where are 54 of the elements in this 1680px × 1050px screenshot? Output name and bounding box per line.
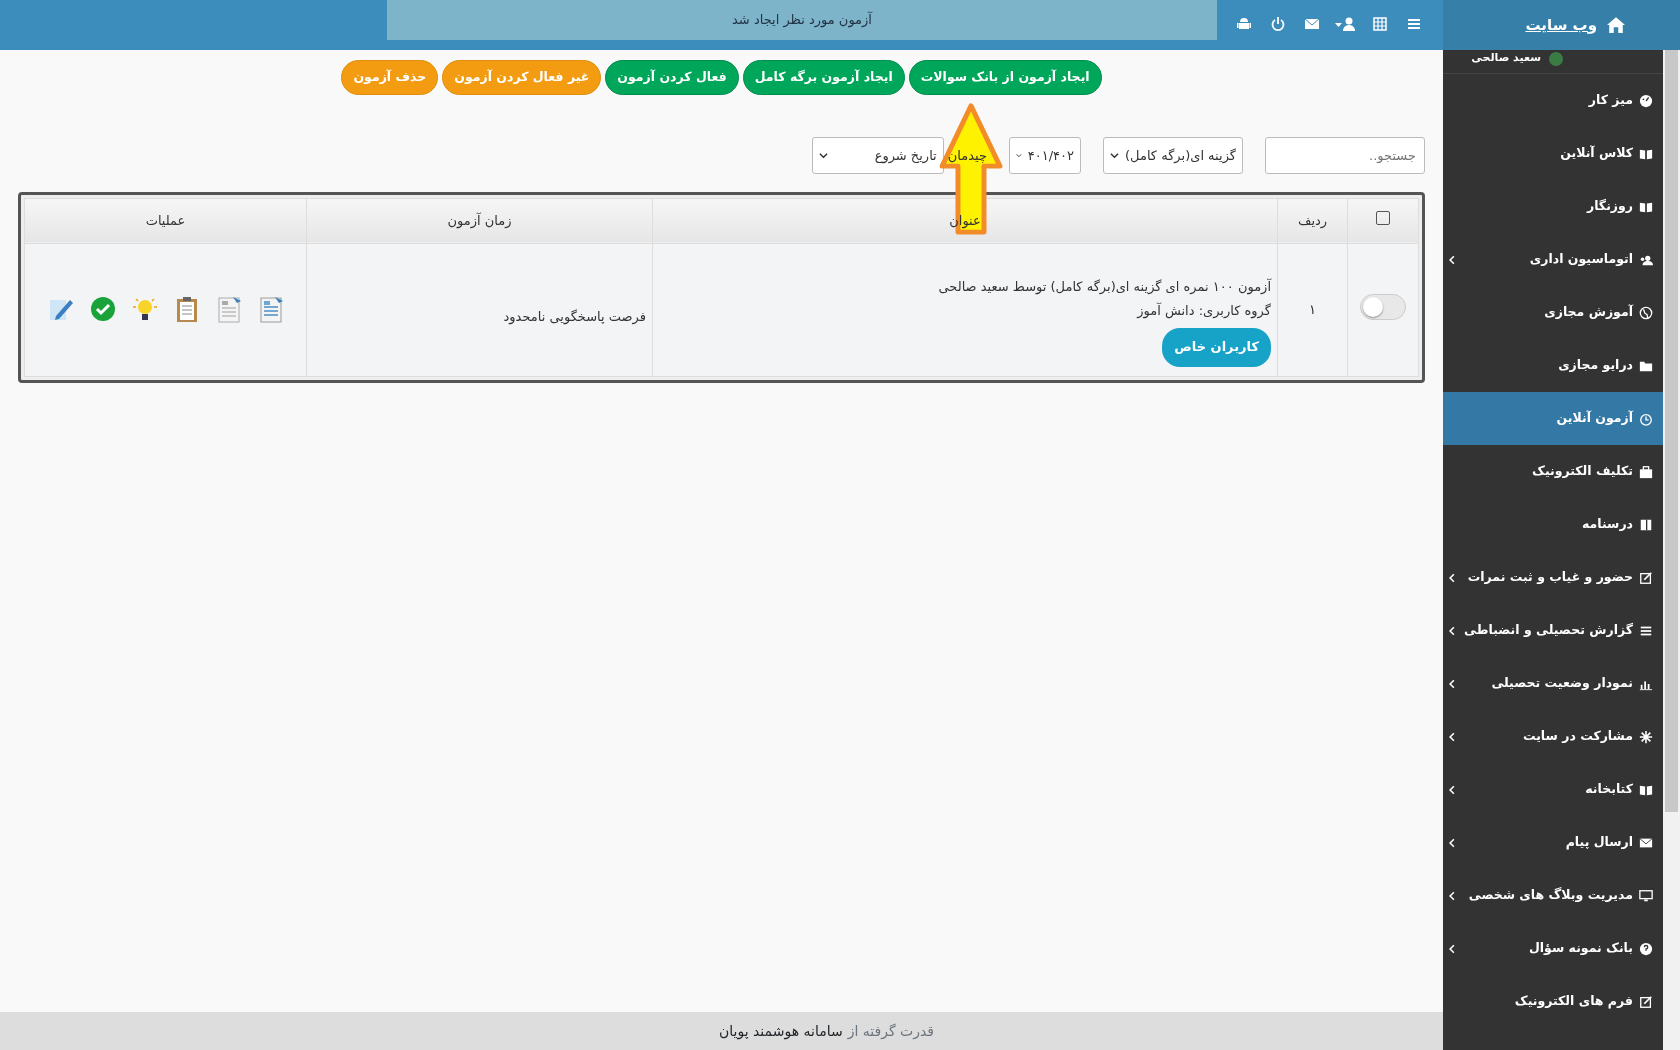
dropdown[interactable]: ۴۰۱/۴۰۲: [1009, 136, 1081, 174]
sidebar-item[interactable]: فرم های الکترونیک: [1443, 975, 1663, 1028]
sidebar-item[interactable]: مدیریت وبلاگ های شخصی: [1443, 869, 1663, 922]
column-header: زمان آزمون: [447, 213, 512, 228]
sidebar-item[interactable]: روزنگار: [1443, 180, 1663, 233]
sidebar-item[interactable]: نمودار وضعیت تحصیلی: [1443, 657, 1663, 710]
exam-title: آزمون ۱۰۰ نمره ای گزینه ای(برگه کامل) توسط سعید صالحی: [937, 277, 1271, 297]
dropdown[interactable]: تاریخ شروع: [811, 136, 944, 174]
user-name: سعید صالحی: [1471, 50, 1541, 66]
footer-link[interactable]: سامانه هوشمند پویان: [719, 1020, 843, 1042]
user-icon: [1341, 16, 1358, 32]
column-header: ردیف: [1297, 213, 1328, 228]
globe-icon: [1639, 305, 1653, 320]
caret-icon: [1334, 21, 1342, 27]
monitor-icon: [1639, 888, 1653, 903]
sidebar-item[interactable]: آموزش مجازی: [1443, 286, 1663, 339]
sidebar-item[interactable]: درایو مجازی: [1443, 339, 1663, 392]
sidebar-item[interactable]: گزارش تحصیلی و انضباطی: [1443, 604, 1663, 657]
search-field[interactable]: جستجو..: [1265, 136, 1425, 174]
check-icon[interactable]: [88, 295, 117, 324]
sidebar-item[interactable]: میز کار: [1443, 74, 1663, 127]
briefcase-icon: [1639, 464, 1653, 479]
asterisk-icon: [1639, 729, 1653, 744]
sidebar-item[interactable]: تکلیف الکترونیک: [1443, 445, 1663, 498]
toggle-switch[interactable]: [1360, 294, 1406, 320]
edit-icon: [1639, 570, 1653, 585]
dropdown[interactable]: گزینه ای(برگه کامل): [1103, 136, 1243, 174]
notification-bar: آزمون مورد نظر ایجاد شد: [387, 0, 1217, 40]
book-icon: [1639, 517, 1653, 532]
sidebar-item[interactable]: درسنامه: [1443, 498, 1663, 551]
sidebar-item[interactable]: کتابخانه: [1443, 763, 1663, 816]
column-header: عملیات: [145, 213, 186, 228]
clock-icon: [1639, 411, 1653, 426]
sidebar-item[interactable]: اتوماسیون اداری: [1443, 233, 1663, 286]
sidebar-item[interactable]: ارسال پیام: [1443, 816, 1663, 869]
caret-icon: [1110, 150, 1119, 160]
edit-icon: [1639, 994, 1653, 1009]
mail-icon: [1639, 835, 1653, 850]
sidebar-item[interactable]: حضور و غیاب و ثبت نمرات: [1443, 551, 1663, 604]
user-group: گروه کاربری: دانش آموز: [659, 299, 1271, 325]
sidebar-item[interactable]: آزمون آنلاین: [1443, 392, 1663, 445]
sidebar-item[interactable]: مشارکت در سایت: [1443, 710, 1663, 763]
caret-icon: [818, 150, 828, 160]
brand-link[interactable]: وب سایت: [1443, 0, 1680, 50]
help-icon: [1639, 941, 1653, 956]
row-number: ۱: [1309, 302, 1316, 317]
sort-label: چیدمان: [947, 146, 987, 165]
answer-time: فرصت پاسخگویی نامحدود: [503, 308, 646, 324]
home-icon: [1607, 16, 1625, 34]
footer-text: قدرت گرفته از: [847, 1021, 934, 1042]
sidebar-item[interactable]: بانک نمونه سؤال: [1443, 922, 1663, 975]
sidebar-item[interactable]: کلاس آنلاین: [1443, 127, 1663, 180]
checkbox[interactable]: [1376, 211, 1390, 225]
dashboard-icon: [1639, 93, 1653, 108]
